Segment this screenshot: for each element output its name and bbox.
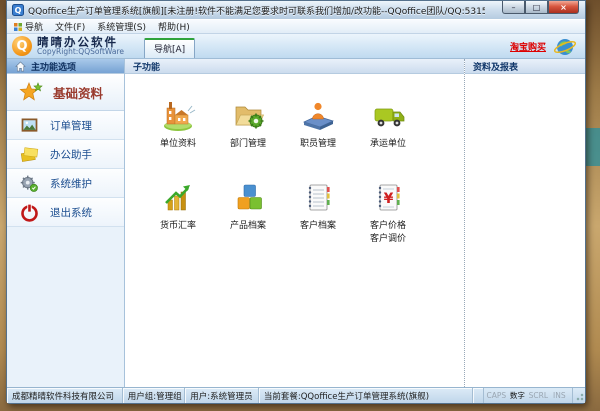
status-indicators: CAPS 数字 SCRL INS [484,388,573,403]
app-window-icon: Q [12,4,24,16]
app-logo: Q 晴晴办公软件 CopyRight:QQSoftWare [12,36,124,56]
sidebar-group-basic-data[interactable]: 基础资料 [7,74,124,111]
maximize-button[interactable]: □ [525,1,548,14]
status-empty [473,388,484,403]
function-label: 承运单位 [370,139,406,150]
function-label: 部门管理 [230,139,266,150]
function-company-info[interactable]: 单位资料 [143,98,213,150]
desktop-background: Q QQoffice生产订单管理系统[旗舰][未注册!软件不能满足您要求时可联系… [0,0,600,411]
resize-grip[interactable] [573,388,585,403]
window-title: QQoffice生产订单管理系统[旗舰][未注册!软件不能满足您要求时可联系我们… [28,4,485,17]
blocks-icon [230,180,267,216]
minimize-button[interactable]: – [502,1,525,14]
menu-item-label: 导航 [25,20,43,33]
q-logo-icon: Q [12,36,32,56]
home-icon [15,61,26,72]
sidebar-group-label: 基础资料 [53,83,103,102]
brand-copyright: CopyRight:QQSoftWare [37,48,124,56]
folder-gear-icon [230,98,267,134]
status-bar: 成都精晴软件科技有限公司 用户组:管理组 用户:系统管理员 当前套餐:QQoff… [7,387,585,403]
scroll-indicator: SCRL [528,391,549,400]
subfunction-header: 子功能 [125,59,464,74]
truck-icon [370,98,407,134]
power-icon [19,202,40,223]
stars-icon [17,79,44,106]
factory-icon [160,98,197,134]
reports-header: 资料及报表 [465,59,585,74]
reports-panel: 资料及报表 [464,59,585,387]
function-label: 客户档案 [300,221,336,232]
insert-indicator: INS [549,391,570,400]
function-label: 客户价格 [370,221,406,232]
function-carrier-unit[interactable]: 承运单位 [353,98,423,150]
nav-grid-icon [14,23,22,31]
function-currency-rate[interactable]: 货币汇率 [143,180,213,245]
taobao-buy-link[interactable]: 淘宝购买 [510,40,546,53]
globe-icon[interactable] [553,36,577,57]
desktop-wallpaper-streak [585,128,600,166]
sidebar: 主功能选项 基础资料 [7,59,125,387]
sidebar-item-office-assistant[interactable]: 办公助手 [7,140,124,169]
menu-item-system[interactable]: 系统管理(S) [97,20,146,33]
sidebar-item-system-maintenance[interactable]: 系统维护 [7,169,124,198]
function-label: 货币汇率 [160,221,196,232]
menu-item-help[interactable]: 帮助(H) [158,20,190,33]
picture-icon [19,115,40,136]
menu-item-navigate[interactable]: 导航 [14,20,43,33]
app-window: Q QQoffice生产订单管理系统[旗舰][未注册!软件不能满足您要求时可联系… [6,0,586,404]
status-company: 成都精晴软件科技有限公司 [7,388,123,403]
person-book-icon [300,98,337,134]
sidebar-item-label: 订单管理 [50,118,92,133]
sidebar-header: 主功能选项 [7,59,124,74]
status-user: 用户:系统管理员 [185,388,259,403]
function-department-management[interactable]: 部门管理 [213,98,283,150]
sidebar-item-order-management[interactable]: 订单管理 [7,111,124,140]
chart-up-icon [160,180,197,216]
title-bar[interactable]: Q QQoffice生产订单管理系统[旗舰][未注册!软件不能满足您要求时可联系… [7,1,585,19]
sidebar-item-label: 退出系统 [50,205,92,220]
sidebar-item-exit-system[interactable]: 退出系统 [7,198,124,227]
brand-band: Q 晴晴办公软件 CopyRight:QQSoftWare 导航[A] 淘宝购买 [7,34,585,59]
status-package: 当前套餐:QQoffice生产订单管理系统(旗舰) [259,388,473,403]
num-indicator: 数字 [507,390,528,401]
svg-text:Q: Q [15,6,22,15]
caps-indicator: CAPS [486,391,507,400]
function-label-line2: 客户调价 [370,234,406,245]
function-label: 职员管理 [300,139,336,150]
sidebar-item-label: 办公助手 [50,147,92,162]
sidebar-header-label: 主功能选项 [31,60,76,73]
sidebar-empty-area [7,227,124,387]
close-button[interactable]: × [548,1,579,14]
status-user-group: 用户组:管理组 [123,388,185,403]
svg-text:¥: ¥ [383,191,393,207]
notes-icon [19,144,40,165]
tools-icon [19,173,40,194]
function-grid: 单位资料 部门管理 [125,74,464,245]
function-label: 产品档案 [230,221,266,232]
reports-header-label: 资料及报表 [473,60,518,73]
ledger-yuan-icon: ¥ [370,180,407,216]
sidebar-item-label: 系统维护 [50,176,92,191]
function-customer-archive[interactable]: 客户档案 [283,180,353,245]
subfunction-panel: 子功能 [125,59,464,387]
function-customer-pricing[interactable]: ¥ 客户价格 客户调价 [353,180,423,245]
function-label: 单位资料 [160,139,196,150]
menu-item-file[interactable]: 文件(F) [55,20,85,33]
menu-bar: 导航 文件(F) 系统管理(S) 帮助(H) [7,19,585,34]
subfunction-header-label: 子功能 [133,60,160,73]
tab-navigation[interactable]: 导航[A] [144,38,195,58]
function-product-archive[interactable]: 产品档案 [213,180,283,245]
ledger-icon [300,180,337,216]
main-area: 主功能选项 基础资料 [7,59,585,387]
window-controls: – □ × [502,1,579,14]
function-staff-management[interactable]: 职员管理 [283,98,353,150]
